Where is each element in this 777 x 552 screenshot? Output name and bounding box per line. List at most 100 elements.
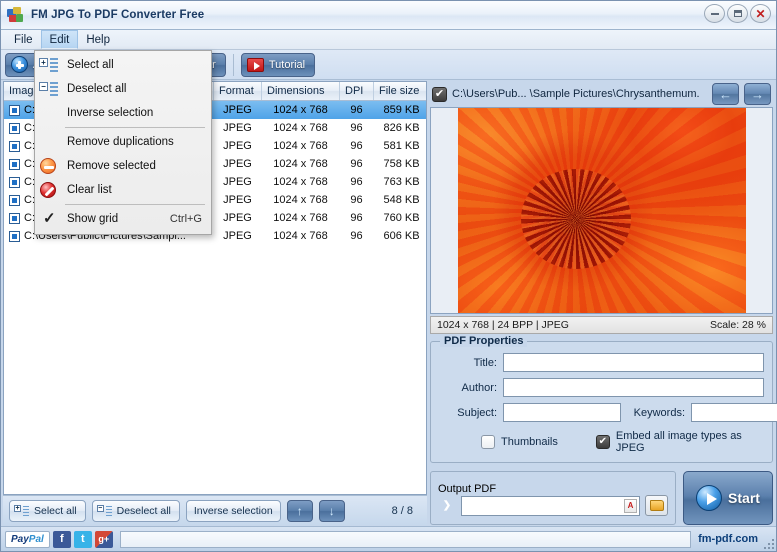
row-checkbox[interactable] <box>9 194 20 206</box>
title-bar: FM JPG To PDF Converter Free ✕ <box>1 1 776 30</box>
column-header-dimensions[interactable]: Dimensions <box>262 82 340 100</box>
author-input[interactable] <box>503 378 764 397</box>
paypal-pal-text: Pal <box>28 533 44 545</box>
cell-dpi: 96 <box>350 230 363 242</box>
row-checkbox[interactable] <box>9 158 20 170</box>
inverse-selection-button[interactable]: Inverse selection <box>185 499 281 522</box>
menu-file[interactable]: File <box>6 30 41 49</box>
row-checkbox[interactable] <box>9 140 20 152</box>
menu-help[interactable]: Help <box>78 30 118 49</box>
pdf-file-icon: A <box>624 498 637 513</box>
close-button[interactable]: ✕ <box>750 4 771 23</box>
cell-format: JPEG <box>223 230 252 242</box>
menu-label: Clear list <box>67 184 112 196</box>
image-preview-area[interactable] <box>430 107 773 314</box>
cell-dimensions: 1024 x 768 <box>273 212 328 224</box>
minimize-button[interactable] <box>704 4 725 23</box>
window-title: FM JPG To PDF Converter Free <box>31 9 205 21</box>
tutorial-button[interactable]: Tutorial <box>240 52 316 77</box>
move-up-button[interactable]: ↑ <box>286 499 313 522</box>
title-input[interactable] <box>503 353 764 372</box>
output-pdf-legend: Output PDF <box>438 483 497 495</box>
window-controls: ✕ <box>704 4 771 23</box>
cell-format: JPEG <box>223 140 252 152</box>
move-down-button[interactable]: ↓ <box>318 499 345 522</box>
paypal-pay-text: Pay <box>11 533 29 545</box>
no-icon <box>38 132 60 152</box>
menu-item-select-all[interactable]: + Select all <box>35 53 211 77</box>
cell-format: JPEG <box>223 194 252 206</box>
twitter-icon[interactable]: t <box>73 530 92 548</box>
author-field-row: Author: <box>439 378 764 397</box>
maximize-button[interactable] <box>727 4 748 23</box>
preview-header: ✔ C:\Users\Pub... \Sample Pictures\Chrys… <box>430 81 773 107</box>
pdf-properties-legend: PDF Properties <box>440 335 528 347</box>
checkbox-row: Thumbnails ✔ Embed all image types as JP… <box>439 430 764 454</box>
paypal-donate-button[interactable]: Pay Pal <box>5 530 50 548</box>
cell-file-size: 548 KB <box>383 194 420 206</box>
toolbar-separator <box>232 53 234 76</box>
subject-label: Subject: <box>457 406 497 419</box>
deselect-all-icon: − <box>38 79 60 99</box>
embed-jpeg-checkbox[interactable]: ✔ <box>595 435 610 449</box>
facebook-icon[interactable]: f <box>52 530 71 548</box>
output-area: Output PDF ❯ A Start <box>430 471 773 525</box>
previous-image-button[interactable]: ← <box>712 83 739 105</box>
image-info-bar: 1024 x 768 | 24 BPP | JPEG Scale: 28 % <box>430 316 773 334</box>
column-header-format[interactable]: Format <box>214 82 262 100</box>
preview-file-path: C:\Users\Pub... \Sample Pictures\Chrysan… <box>452 88 700 100</box>
select-all-button[interactable]: + Select all <box>9 499 86 522</box>
menu-item-show-grid[interactable]: ✓ Show grid Ctrl+G <box>35 207 211 231</box>
menu-item-remove-selected[interactable]: Remove selected <box>35 154 211 178</box>
cell-dpi: 96 <box>350 194 363 206</box>
checkmark-icon: ✓ <box>43 210 56 227</box>
cell-file-size: 758 KB <box>383 158 420 170</box>
menu-label: Remove duplications <box>67 136 174 148</box>
image-info-text: 1024 x 768 | 24 BPP | JPEG <box>437 319 569 331</box>
menu-accelerator: Ctrl+G <box>169 213 202 225</box>
menu-separator <box>65 127 205 128</box>
menu-edit[interactable]: Edit <box>40 30 79 49</box>
subject-input[interactable] <box>503 403 621 422</box>
menu-item-clear-list[interactable]: Clear list <box>35 178 211 202</box>
deselect-all-button[interactable]: − Deselect all <box>91 499 180 522</box>
selection-toolbar: + Select all − Deselect all Inverse sele… <box>3 495 427 525</box>
row-checkbox[interactable] <box>9 104 20 116</box>
thumbnails-checkbox[interactable] <box>481 435 495 449</box>
next-image-button[interactable]: → <box>744 83 771 105</box>
author-label: Author: <box>461 381 497 394</box>
menu-item-inverse-selection[interactable]: Inverse selection <box>35 101 211 125</box>
menu-item-deselect-all[interactable]: − Deselect all <box>35 77 211 101</box>
cell-dimensions: 1024 x 768 <box>273 176 328 188</box>
output-path-input[interactable] <box>461 495 640 516</box>
title-label: Title: <box>473 356 497 369</box>
row-checkbox[interactable] <box>9 212 20 224</box>
menu-item-remove-duplications[interactable]: Remove duplications <box>35 130 211 154</box>
cell-dimensions: 1024 x 768 <box>273 194 328 206</box>
preview-checkbox[interactable]: ✔ <box>432 86 447 102</box>
embed-jpeg-label: Embed all image types as JPEG <box>615 430 742 454</box>
cell-file-size: 763 KB <box>383 176 420 188</box>
cell-format: JPEG <box>223 122 252 134</box>
browse-folder-button[interactable] <box>645 495 668 516</box>
resize-grip[interactable] <box>762 537 774 549</box>
row-checkbox[interactable] <box>9 122 20 134</box>
cell-dimensions: 1024 x 768 <box>273 140 328 152</box>
cell-file-size: 581 KB <box>383 140 420 152</box>
column-header-file-size[interactable]: File size <box>374 82 426 100</box>
subject-keywords-row: Subject: Keywords: <box>439 403 777 422</box>
googleplus-icon[interactable]: g+ <box>94 530 113 548</box>
start-button[interactable]: Start <box>683 471 773 525</box>
keywords-input[interactable] <box>691 403 777 422</box>
keywords-label: Keywords: <box>633 406 685 419</box>
row-checkbox[interactable] <box>9 230 20 242</box>
column-header-dpi[interactable]: DPI <box>340 82 374 100</box>
play-icon <box>696 485 723 511</box>
output-input-wrap: A <box>461 495 640 516</box>
output-flag-icon: ❯ <box>442 499 452 511</box>
cell-dpi: 96 <box>350 104 363 116</box>
image-scale-text: Scale: 28 % <box>709 319 766 331</box>
row-checkbox[interactable] <box>9 176 20 188</box>
website-link[interactable]: fm-pdf.com <box>698 533 772 545</box>
application-window: FM JPG To PDF Converter Free ✕ File Edit… <box>0 0 777 552</box>
